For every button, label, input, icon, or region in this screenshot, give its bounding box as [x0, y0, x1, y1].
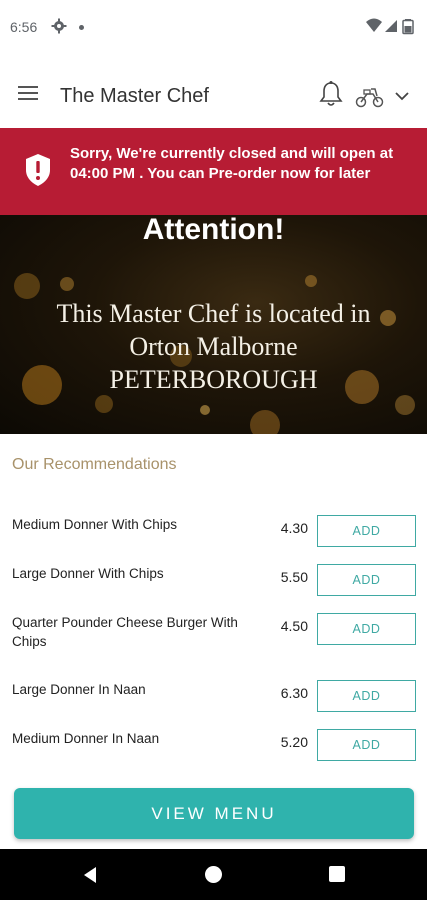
add-button[interactable]: ADD — [317, 680, 416, 712]
closed-alert-banner: Sorry, We're currently closed and will o… — [0, 128, 427, 215]
item-name: Medium Donner In Naan — [12, 731, 160, 746]
view-menu-button[interactable]: VIEW MENU — [14, 788, 414, 839]
recommendation-row: Medium Donner In Naan 5.20 ADD — [0, 729, 427, 769]
scooter-icon[interactable] — [355, 86, 385, 108]
recommendation-row: Medium Donner With Chips 4.30 ADD — [0, 515, 427, 555]
item-price: 4.30 — [280, 520, 308, 536]
recommendation-row: Quarter Pounder Cheese Burger With Chips… — [0, 613, 427, 653]
status-bar: 6:56 — [0, 0, 427, 56]
recommendation-row: Large Donner In Naan 6.30 ADD — [0, 680, 427, 720]
notification-dot-icon — [79, 25, 84, 30]
shield-alert-icon — [26, 154, 50, 186]
battery-icon — [402, 19, 414, 35]
app-title: The Master Chef — [60, 85, 209, 107]
recommendations-heading: Our Recommendations — [12, 456, 177, 473]
add-button[interactable]: ADD — [317, 613, 416, 645]
add-button[interactable]: ADD — [317, 729, 416, 761]
app-bar: The Master Chef — [0, 56, 427, 128]
item-price: 5.50 — [280, 569, 308, 585]
hero-line-1: This Master Chef is located in — [56, 299, 371, 328]
menu-icon[interactable] — [18, 86, 40, 102]
item-price: 6.30 — [280, 685, 308, 701]
wifi-icon — [366, 18, 382, 32]
item-name: Medium Donner With Chips — [12, 517, 178, 532]
system-nav-bar — [0, 849, 427, 900]
chevron-down-icon[interactable] — [393, 89, 411, 103]
item-name: Large Donner In Naan — [12, 682, 146, 697]
recent-apps-icon[interactable] — [329, 866, 345, 882]
hero-line-3: PETERBOROUGH — [109, 365, 318, 394]
back-icon[interactable] — [80, 865, 100, 885]
bell-icon[interactable] — [318, 80, 344, 108]
hero-line-2: Orton Malborne — [129, 332, 298, 361]
item-price: 4.50 — [280, 618, 308, 634]
alert-message: Sorry, We're currently closed and will o… — [70, 145, 394, 182]
item-price: 5.20 — [280, 734, 308, 750]
status-time: 6:56 — [10, 19, 38, 35]
hero-location-text: This Master Chef is located in Orton Mal… — [0, 297, 427, 396]
item-name: Large Donner With Chips — [12, 566, 164, 581]
gear-icon — [51, 18, 67, 34]
home-icon[interactable] — [205, 866, 222, 883]
hero-title: Attention! — [142, 215, 285, 246]
hero-banner: Attention! This Master Chef is located i… — [0, 215, 427, 434]
add-button[interactable]: ADD — [317, 515, 416, 547]
recommendation-row: Large Donner With Chips 5.50 ADD — [0, 564, 427, 604]
signal-icon — [385, 20, 397, 32]
item-name: Quarter Pounder Cheese Burger With Chips — [12, 615, 238, 649]
add-button[interactable]: ADD — [317, 564, 416, 596]
system-status-icons — [366, 18, 414, 35]
